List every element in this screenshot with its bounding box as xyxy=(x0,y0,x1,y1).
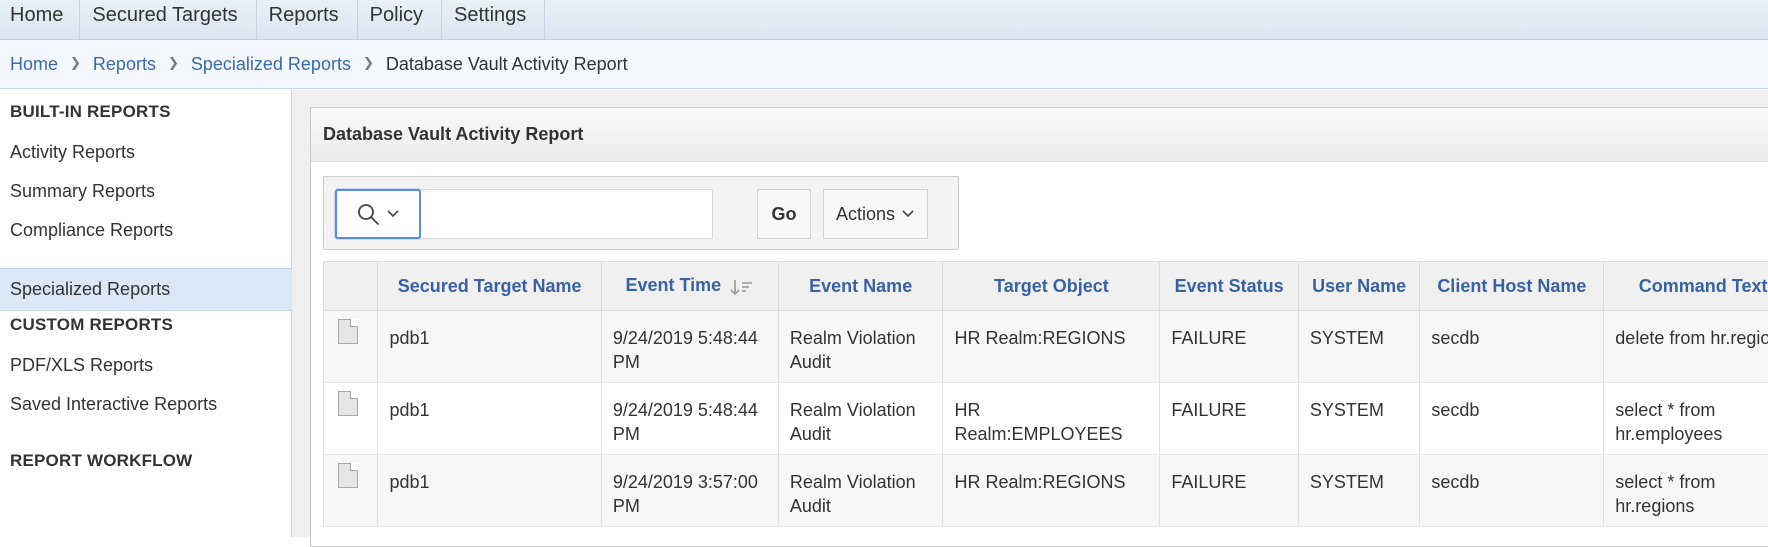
sidebar-item-label: Specialized Reports xyxy=(10,279,170,300)
cell-event-time: 9/24/2019 5:48:44 PM xyxy=(601,311,778,383)
cell-target-object: HR Realm:REGIONS xyxy=(943,311,1160,383)
table-row: pdb1 9/24/2019 5:48:44 PM Realm Violatio… xyxy=(324,311,1768,383)
cell-event-time: 9/24/2019 3:57:00 PM xyxy=(601,455,778,527)
cell-event-status: FAILURE xyxy=(1160,455,1299,527)
report-region: Database Vault Activity Report Go Action… xyxy=(310,107,1768,547)
chevron-right-icon: ❯ xyxy=(70,55,81,71)
cell-command-text: select * from hr.regions xyxy=(1604,455,1768,527)
search-toolbar: Go Actions xyxy=(323,176,959,250)
sort-descending-icon xyxy=(730,277,754,297)
breadcrumb-home-link[interactable]: Home xyxy=(10,54,58,75)
actions-menu-button[interactable]: Actions xyxy=(823,189,928,239)
column-header-user-name[interactable]: User Name xyxy=(1298,262,1420,311)
column-header-target-object[interactable]: Target Object xyxy=(943,262,1160,311)
sidebar-item-summary-reports[interactable]: Summary Reports xyxy=(10,181,155,202)
custom-reports-heading: CUSTOM REPORTS xyxy=(10,315,173,335)
cell-secured-target-name: pdb1 xyxy=(378,455,601,527)
sidebar: BUILT-IN REPORTS Activity Reports Summar… xyxy=(0,90,292,537)
cell-target-object: HR Realm:EMPLOYEES xyxy=(943,383,1160,455)
table-header-row: Secured Target Name Event Time Event Nam… xyxy=(324,262,1768,311)
search-icon xyxy=(356,202,380,226)
column-header-label: Event Time xyxy=(625,275,721,295)
cell-user-name: SYSTEM xyxy=(1298,311,1420,383)
cell-client-host-name: secdb xyxy=(1420,455,1604,527)
detail-column-header xyxy=(324,262,378,311)
column-header-client-host-name[interactable]: Client Host Name xyxy=(1420,262,1604,311)
main-content: Database Vault Activity Report Go Action… xyxy=(292,90,1768,537)
view-detail-icon[interactable] xyxy=(338,391,358,416)
sidebar-item-specialized-reports[interactable]: Specialized Reports xyxy=(0,268,292,311)
sidebar-item-pdf-xls-reports[interactable]: PDF/XLS Reports xyxy=(10,355,153,376)
breadcrumb-specialized-reports-link[interactable]: Specialized Reports xyxy=(191,54,351,75)
sidebar-item-compliance-reports[interactable]: Compliance Reports xyxy=(10,220,173,241)
sidebar-item-activity-reports[interactable]: Activity Reports xyxy=(10,142,135,163)
tab-secured-targets[interactable]: Secured Targets xyxy=(80,0,256,40)
cell-client-host-name: secdb xyxy=(1420,311,1604,383)
column-header-event-name[interactable]: Event Name xyxy=(778,262,943,311)
chevron-right-icon: ❯ xyxy=(363,55,374,71)
cell-event-name: Realm Violation Audit xyxy=(778,311,943,383)
tab-reports[interactable]: Reports xyxy=(257,0,358,40)
column-header-command-text[interactable]: Command Text xyxy=(1604,262,1768,311)
chevron-down-icon xyxy=(901,209,915,219)
column-header-event-time[interactable]: Event Time xyxy=(601,262,778,311)
cell-secured-target-name: pdb1 xyxy=(378,383,601,455)
tab-settings[interactable]: Settings xyxy=(442,0,545,40)
cell-client-host-name: secdb xyxy=(1420,383,1604,455)
chevron-right-icon: ❯ xyxy=(168,55,179,71)
view-detail-icon[interactable] xyxy=(338,319,358,344)
cell-event-status: FAILURE xyxy=(1160,383,1299,455)
search-input[interactable] xyxy=(421,189,713,239)
view-detail-icon[interactable] xyxy=(338,463,358,488)
top-navigation: Home Secured Targets Reports Policy Sett… xyxy=(0,0,1768,40)
cell-event-time: 9/24/2019 5:48:44 PM xyxy=(601,383,778,455)
chevron-down-icon xyxy=(386,209,400,219)
column-header-secured-target-name[interactable]: Secured Target Name xyxy=(378,262,601,311)
builtin-reports-heading: BUILT-IN REPORTS xyxy=(10,102,171,122)
cell-target-object: HR Realm:REGIONS xyxy=(943,455,1160,527)
report-workflow-heading: REPORT WORKFLOW xyxy=(10,451,192,471)
report-table: Secured Target Name Event Time Event Nam… xyxy=(323,261,1768,527)
breadcrumb-current: Database Vault Activity Report xyxy=(386,54,628,75)
column-header-event-status[interactable]: Event Status xyxy=(1160,262,1299,311)
tab-policy[interactable]: Policy xyxy=(358,0,442,40)
cell-event-name: Realm Violation Audit xyxy=(778,455,943,527)
cell-event-status: FAILURE xyxy=(1160,311,1299,383)
cell-event-name: Realm Violation Audit xyxy=(778,383,943,455)
breadcrumb: Home ❯ Reports ❯ Specialized Reports ❯ D… xyxy=(0,40,1768,89)
go-button[interactable]: Go xyxy=(757,189,811,239)
cell-command-text: delete from hr.regions xyxy=(1604,311,1768,383)
table-row: pdb1 9/24/2019 3:57:00 PM Realm Violatio… xyxy=(324,455,1768,527)
tab-home[interactable]: Home xyxy=(0,0,80,40)
cell-secured-target-name: pdb1 xyxy=(378,311,601,383)
breadcrumb-reports-link[interactable]: Reports xyxy=(93,54,156,75)
cell-command-text: select * from hr.employees xyxy=(1604,383,1768,455)
actions-label: Actions xyxy=(836,204,895,225)
table-row: pdb1 9/24/2019 5:48:44 PM Realm Violatio… xyxy=(324,383,1768,455)
sidebar-item-saved-interactive-reports[interactable]: Saved Interactive Reports xyxy=(10,394,217,415)
region-title: Database Vault Activity Report xyxy=(311,108,1768,162)
search-column-button[interactable] xyxy=(335,189,421,239)
cell-user-name: SYSTEM xyxy=(1298,455,1420,527)
cell-user-name: SYSTEM xyxy=(1298,383,1420,455)
